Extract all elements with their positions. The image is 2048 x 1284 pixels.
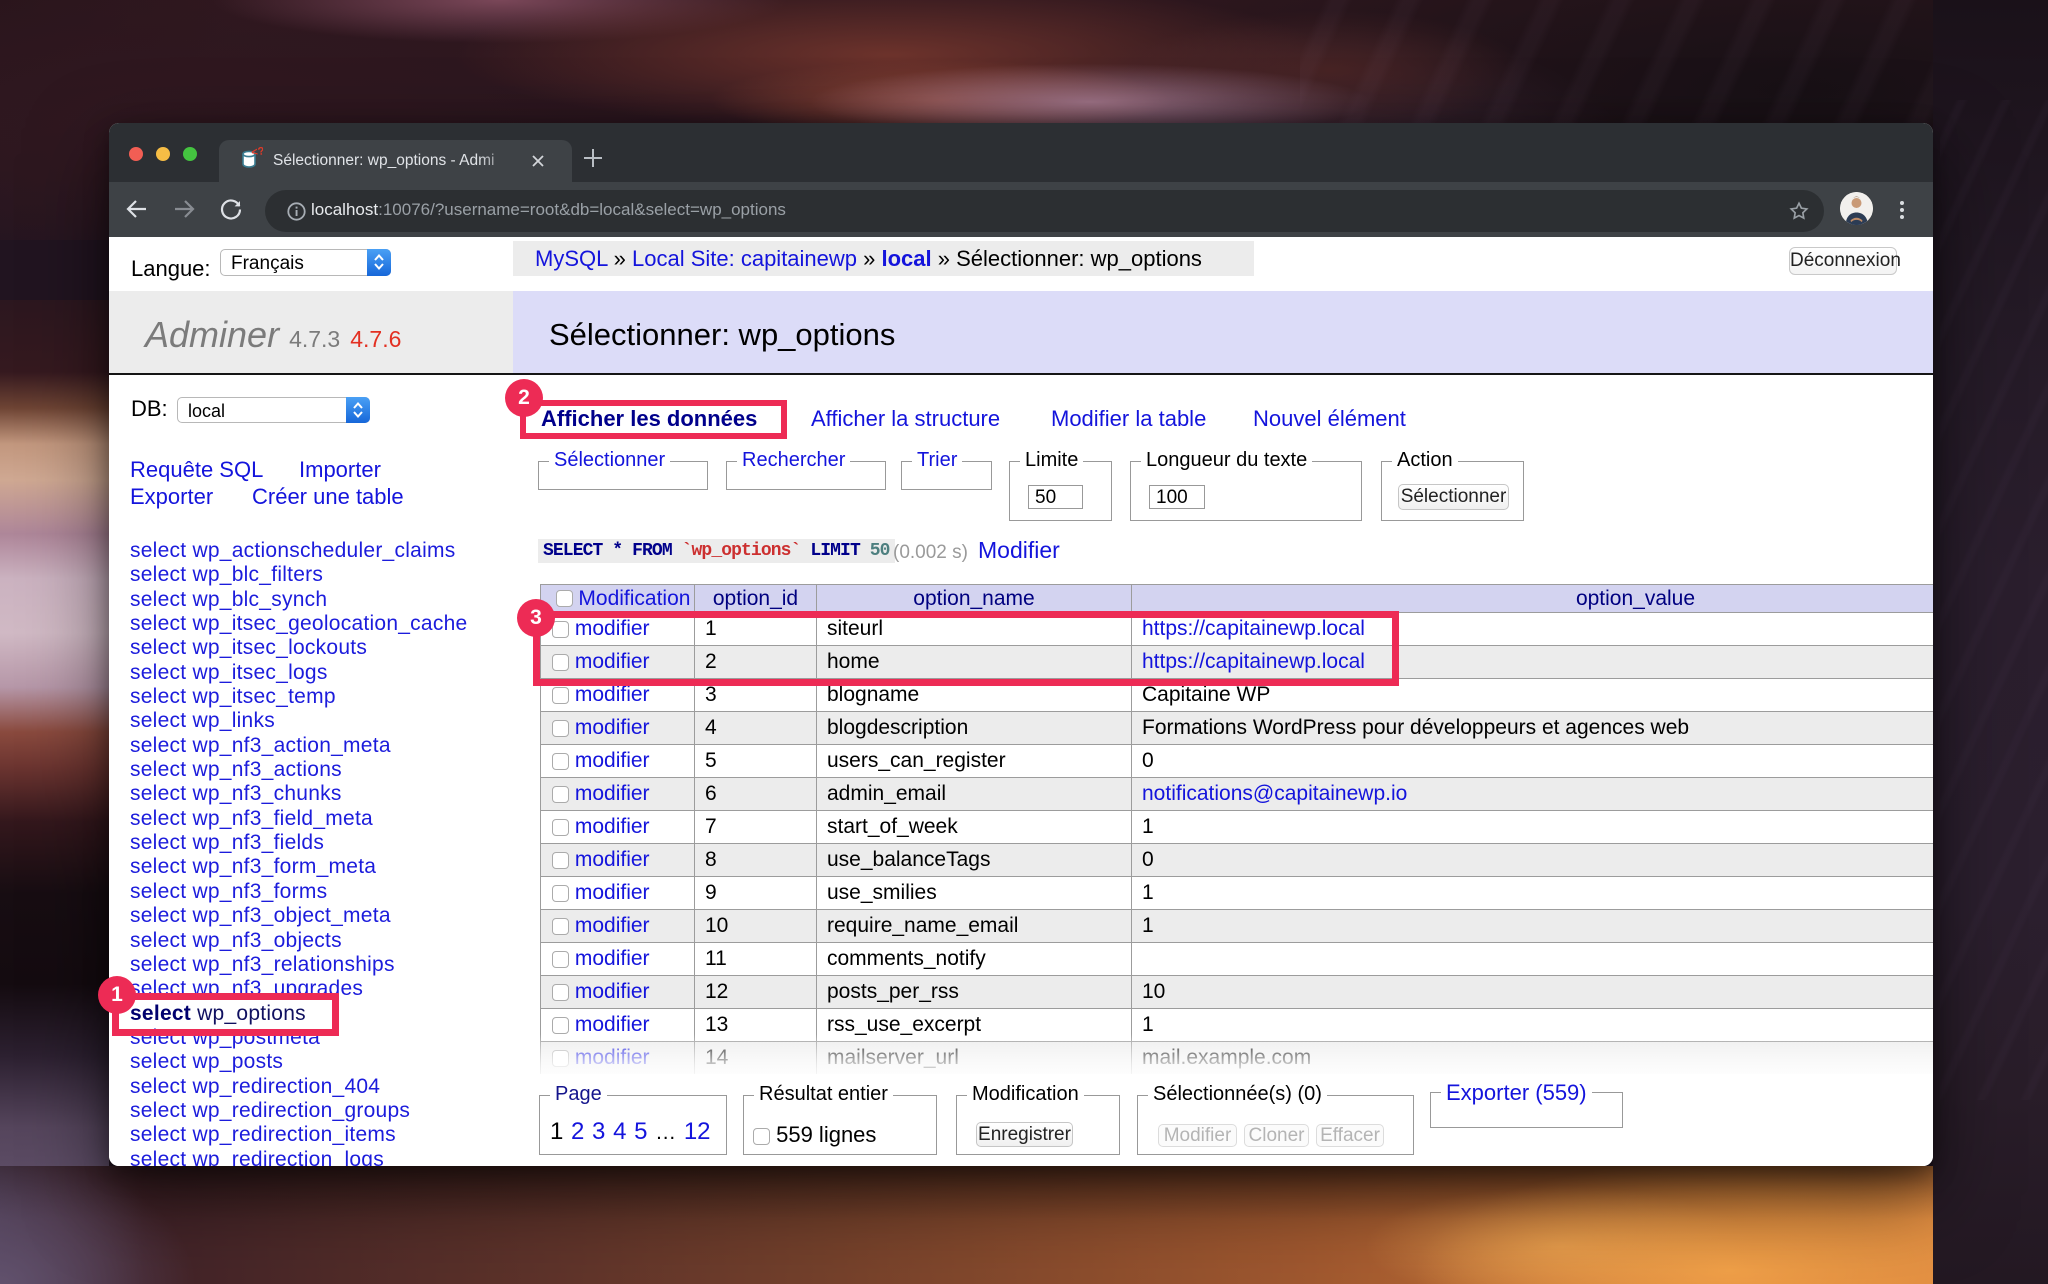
svg-text:<?: <? xyxy=(251,147,263,159)
